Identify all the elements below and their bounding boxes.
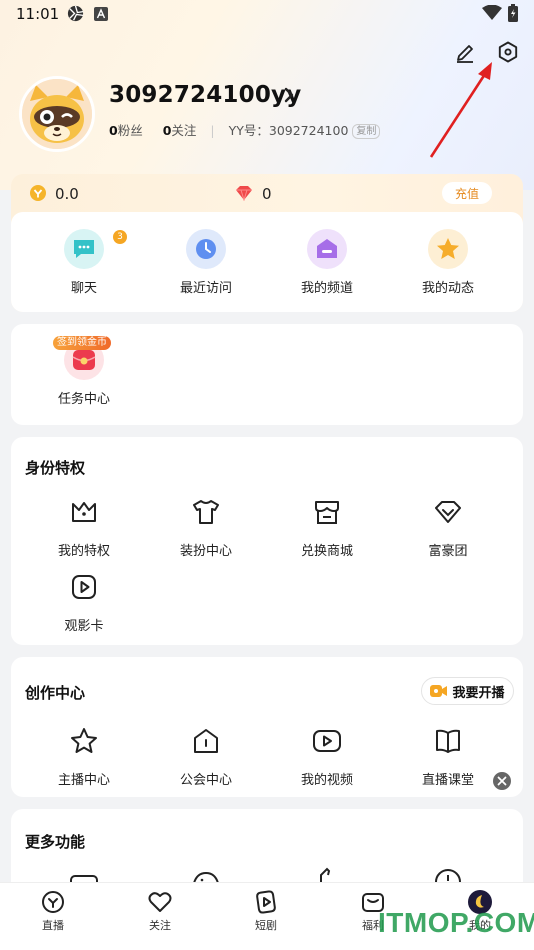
diamond-balance[interactable]: 0 <box>262 185 272 203</box>
guild-icon <box>186 721 226 761</box>
chat-icon <box>64 229 104 269</box>
identity-item-rich-club[interactable]: 富豪团 <box>393 492 503 559</box>
start-live-button[interactable]: 我要开播 <box>421 677 514 705</box>
creation-item-classroom[interactable]: 直播课堂 <box>393 721 503 788</box>
quick-action-label: 最近访问 <box>179 281 232 296</box>
diamond-outline-icon <box>428 492 468 532</box>
identity-title: 身份特权 <box>25 459 86 477</box>
task-center[interactable]: 任务中心 <box>29 340 139 407</box>
camera-icon <box>430 685 448 697</box>
follow-label[interactable]: 关注 <box>171 123 196 138</box>
creation-card: 创作中心 我要开播 主播中心 公会中心 我的视频 直播课堂 <box>11 657 523 797</box>
crown-icon <box>64 492 104 532</box>
chat-unread-badge: 3 <box>113 230 127 244</box>
creation-item-video[interactable]: 我的视频 <box>272 721 382 788</box>
yy-label: YY号： <box>228 123 269 138</box>
nav-live[interactable]: 直播 <box>0 889 106 933</box>
quick-action-channel[interactable]: 我的频道 <box>272 229 382 296</box>
identity-item-label: 我的特权 <box>57 544 110 559</box>
creation-item-guild[interactable]: 公会中心 <box>151 721 261 788</box>
video-icon <box>307 721 347 761</box>
nav-follow[interactable]: 关注 <box>107 889 213 933</box>
more-title: 更多功能 <box>25 833 86 851</box>
quick-action-label: 我的动态 <box>421 281 474 296</box>
identity-item-label: 装扮中心 <box>179 544 232 559</box>
profile-meta: 0粉丝 0关注 | YY号：3092724100 复制 <box>109 120 381 139</box>
quick-action-moments[interactable]: 我的动态 <box>393 229 503 296</box>
identity-item-privilege[interactable]: 我的特权 <box>29 492 139 559</box>
creation-item-label: 直播课堂 <box>421 773 474 788</box>
chevron-right-icon[interactable] <box>282 86 296 108</box>
creation-title: 创作中心 <box>25 684 86 702</box>
fans-count[interactable]: 0 <box>109 123 118 138</box>
close-floating-button[interactable] <box>493 772 511 790</box>
book-icon <box>428 721 468 761</box>
star-icon <box>428 229 468 269</box>
coin-balance[interactable]: 0.0 <box>55 185 79 203</box>
identity-item-label: 富豪团 <box>428 544 468 559</box>
wallet-card: 0.0 0 充值 聊天 最近访问 我的频道 我的动态 <box>11 174 523 312</box>
creation-item-label: 主播中心 <box>57 773 110 788</box>
copy-button[interactable]: 复制 <box>352 124 381 139</box>
meta-divider: | <box>210 123 215 138</box>
identity-card: 身份特权 我的特权 装扮中心 兑换商城 富豪团 观影卡 <box>11 437 523 645</box>
task-center-label: 任务中心 <box>57 392 110 407</box>
coin-icon <box>29 184 47 206</box>
creation-item-label: 我的视频 <box>300 773 353 788</box>
sign-in-coins-tag[interactable]: 签到领金币 <box>53 336 111 350</box>
fans-label[interactable]: 粉丝 <box>118 123 143 138</box>
star-outline-icon <box>64 721 104 761</box>
watermark: ITMOP.COM <box>378 907 534 938</box>
quick-action-recent[interactable]: 最近访问 <box>151 229 261 296</box>
clock-icon <box>186 229 226 269</box>
tshirt-icon <box>186 492 226 532</box>
quick-actions: 聊天 最近访问 我的频道 我的动态 <box>11 212 523 312</box>
identity-item-movie-card[interactable]: 观影卡 <box>29 567 139 634</box>
quick-action-label: 我的频道 <box>300 281 353 296</box>
movie-card-icon <box>64 567 104 607</box>
quick-action-label: 聊天 <box>70 281 97 296</box>
nav-label: 短剧 <box>255 919 277 932</box>
live-icon <box>40 889 66 915</box>
identity-item-store[interactable]: 兑换商城 <box>272 492 382 559</box>
creation-item-label: 公会中心 <box>179 773 232 788</box>
channel-icon <box>307 229 347 269</box>
recharge-button[interactable]: 充值 <box>442 182 492 204</box>
start-live-label: 我要开播 <box>452 685 505 701</box>
heart-icon <box>147 889 173 915</box>
identity-item-label: 兑换商城 <box>300 544 353 559</box>
diamond-icon <box>235 185 253 205</box>
nav-label: 关注 <box>149 919 171 932</box>
store-icon <box>307 492 347 532</box>
creation-item-anchor[interactable]: 主播中心 <box>29 721 139 788</box>
identity-item-dressup[interactable]: 装扮中心 <box>151 492 261 559</box>
nav-shorts[interactable]: 短剧 <box>213 889 319 933</box>
close-icon <box>497 776 507 786</box>
identity-item-label: 观影卡 <box>64 619 104 634</box>
wallet-row: 0.0 0 充值 <box>11 174 523 214</box>
raccoon-mascot-icon <box>22 79 92 149</box>
username[interactable]: 3092724100yy <box>109 82 301 108</box>
yy-number: 3092724100 <box>268 123 349 138</box>
avatar[interactable] <box>19 76 95 152</box>
nav-label: 直播 <box>42 919 64 932</box>
play-icon <box>253 889 279 915</box>
